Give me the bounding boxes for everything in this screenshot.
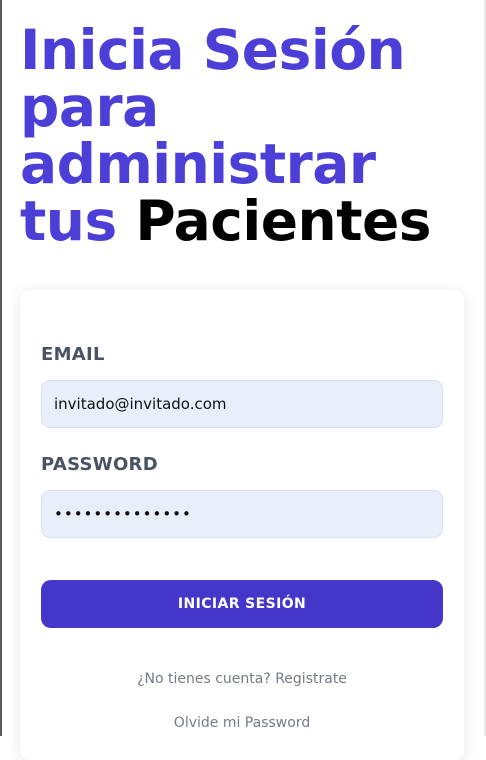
password-label: PASSWORD [41,454,158,475]
email-label: EMAIL [41,344,105,365]
page-title: Inicia Sesión para administrar tus Paciente… [20,22,460,250]
title-line-1: Inicia Sesión [20,18,406,82]
login-card: EMAIL PASSWORD INICIAR SESIÓN ¿No tienes… [20,290,464,760]
email-field[interactable] [41,380,443,428]
register-link[interactable]: ¿No tienes cuenta? Registrate [20,671,464,687]
title-line-2: para [20,75,159,139]
window-left-edge [0,0,2,736]
forgot-password-link[interactable]: Olvide mi Password [20,715,464,731]
login-button[interactable]: INICIAR SESIÓN [41,580,443,628]
title-line-3: administrar [20,132,376,196]
password-field[interactable] [41,490,443,538]
title-line-4-dark: Pacientes [135,189,432,253]
title-line-4-accent: tus [20,189,117,253]
